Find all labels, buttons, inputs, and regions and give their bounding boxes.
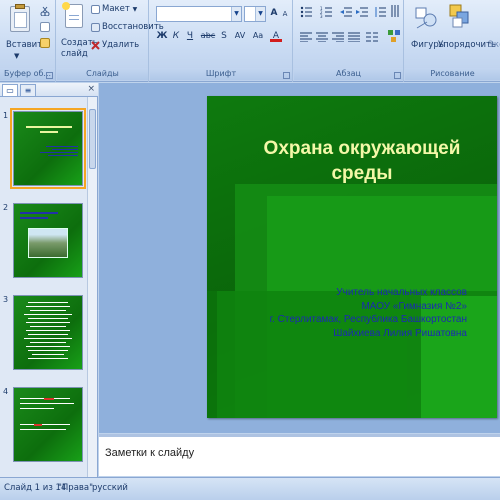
landscape-photo [28, 228, 68, 258]
font-name-combo[interactable]: ▼ [156, 6, 242, 22]
paragraph-group: 123 Абзац [294, 0, 404, 82]
slide-counter: Слайд 1 из 14 [4, 483, 67, 493]
scrollbar-thumb[interactable] [89, 109, 96, 169]
slide-number: 1 [3, 111, 9, 120]
status-bar: Слайд 1 из 14 "Права" русский [0, 477, 500, 500]
align-center-icon[interactable] [316, 32, 328, 43]
new-slide-button[interactable]: Создать слайд [61, 38, 98, 60]
change-case-button[interactable]: Aa [250, 30, 266, 42]
slide-number: 2 [3, 203, 9, 212]
justify-icon[interactable] [348, 32, 360, 43]
layout-button[interactable]: Макет ▼ [102, 4, 137, 14]
char-spacing-button[interactable]: AV [232, 30, 248, 42]
numbering-icon[interactable]: 123 [320, 6, 332, 19]
underline-button[interactable]: Ч [184, 30, 196, 42]
slide-workspace: Охрана окружающей среды Учитель начальны… [99, 83, 500, 433]
slide-thumbnail-image[interactable] [13, 203, 83, 278]
subtitle-line: Учитель начальных классов [336, 287, 467, 298]
slides-tab[interactable]: ▭ [2, 84, 18, 96]
subtitle-line: г. Стерлитамак, Республика Башкортостан [269, 314, 467, 325]
quick-styles-button[interactable]: Экспр [488, 40, 500, 50]
language-indicator[interactable]: русский [92, 483, 128, 493]
font-group-label: Шрифт [150, 68, 292, 80]
notes-placeholder[interactable]: Заметки к слайду [105, 447, 194, 459]
new-slide-icon[interactable] [62, 2, 83, 28]
align-left-icon[interactable] [300, 32, 312, 43]
clipboard-dialog-launcher[interactable] [46, 72, 53, 79]
drawing-group-label: Рисование [405, 68, 500, 80]
subtitle-line: Шайхиева Лилия Ришатовна [333, 327, 467, 339]
cut-icon[interactable] [40, 6, 50, 17]
font-size-dropdown-icon[interactable]: ▼ [255, 7, 265, 21]
slide-thumbnail-image[interactable] [13, 387, 83, 462]
italic-button[interactable]: К [170, 30, 182, 42]
format-painter-icon[interactable] [40, 38, 50, 48]
slides-group: Создать слайд Макет ▼ Восстановить Удали… [57, 0, 164, 82]
slide-number: 3 [3, 295, 9, 304]
copy-icon[interactable] [40, 22, 50, 32]
slides-group-label: Слайды [57, 68, 148, 80]
drawing-group: Фигуры Упорядочить Экспр Рисование [405, 0, 500, 82]
decrease-indent-icon[interactable] [340, 6, 352, 18]
layout-dropdown-icon: ▼ [132, 6, 138, 13]
slide-thumbnail-image[interactable] [13, 295, 83, 370]
slide-number: 4 [3, 387, 9, 396]
pane-tabs: ▭ ≡ × [0, 83, 98, 97]
clipboard-group: Вставить ▼ Буфер об... [0, 0, 56, 82]
notes-pane[interactable]: Заметки к слайду [99, 434, 500, 476]
increase-indent-icon[interactable] [356, 6, 368, 18]
strikethrough-button[interactable]: abc [200, 30, 216, 42]
columns-icon[interactable] [366, 32, 378, 42]
font-size-combo[interactable]: ▼ [244, 6, 266, 22]
align-right-icon[interactable] [332, 32, 344, 43]
delete-icon [91, 41, 100, 50]
close-pane-icon[interactable]: × [87, 84, 95, 94]
outline-tab-icon: ≡ [24, 86, 32, 95]
shadow-button[interactable]: S [218, 30, 230, 42]
theme-name: "Права" [58, 483, 94, 493]
svg-text:3: 3 [320, 14, 323, 18]
font-dialog-launcher[interactable] [283, 72, 290, 79]
ribbon: Вставить ▼ Буфер об... Создать слайд Мак… [0, 0, 500, 82]
subtitle-line: МАОУ «Гимназия №2» [361, 300, 467, 312]
shrink-font-button[interactable]: A [279, 8, 291, 20]
shapes-icon[interactable] [415, 6, 437, 30]
outline-tab[interactable]: ≡ [20, 84, 36, 96]
paste-icon[interactable] [10, 4, 30, 32]
slide-title[interactable]: Охрана окружающей среды [237, 136, 487, 186]
pane-scrollbar[interactable] [87, 97, 97, 477]
paragraph-dialog-launcher[interactable] [394, 72, 401, 79]
line-spacing-icon[interactable] [374, 6, 386, 18]
slides-pane: ▭ ≡ × 1 2 3 4 [0, 83, 98, 477]
delete-button[interactable]: Удалить [102, 40, 139, 50]
paste-dropdown-icon[interactable]: ▼ [14, 52, 19, 60]
text-direction-icon[interactable] [390, 4, 400, 18]
reset-icon [91, 23, 100, 32]
layout-label: Макет [102, 4, 130, 14]
paragraph-group-label: Абзац [294, 68, 403, 80]
bold-button[interactable]: Ж [156, 30, 168, 42]
slide-canvas[interactable]: Охрана окружающей среды Учитель начальны… [207, 96, 497, 418]
layout-icon [91, 5, 100, 14]
smartart-icon[interactable] [388, 30, 400, 42]
bullets-icon[interactable] [300, 6, 312, 18]
font-color-button[interactable]: A [270, 30, 282, 42]
font-group: ▼ ▼ A A Ж К Ч abc S AV Aa A Шрифт [150, 0, 293, 82]
arrange-icon[interactable] [449, 4, 471, 30]
slides-tab-icon: ▭ [6, 86, 14, 95]
font-name-dropdown-icon[interactable]: ▼ [231, 7, 241, 21]
slide-subtitle[interactable]: Учитель начальных классов МАОУ «Гимназия… [247, 286, 467, 340]
slide-thumbnail-image[interactable] [10, 108, 86, 189]
